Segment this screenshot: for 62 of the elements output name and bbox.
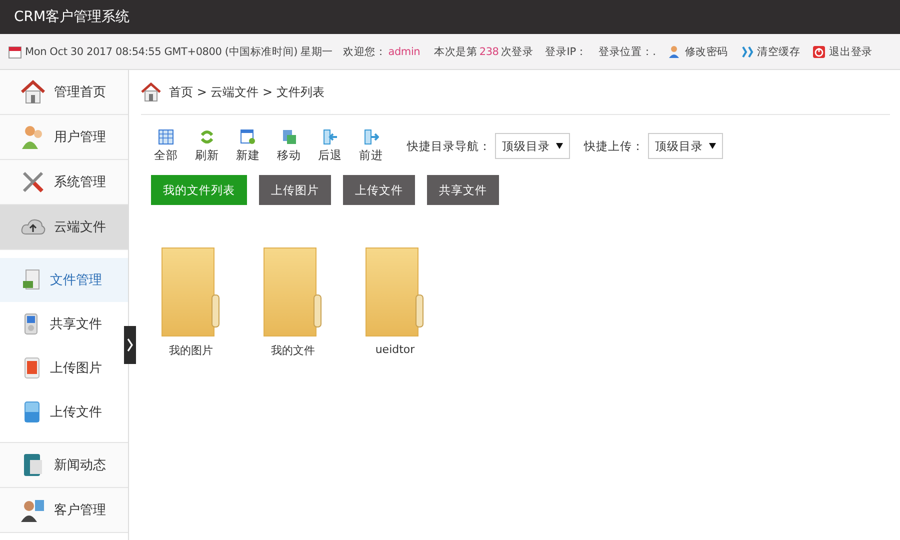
sidebar-subitem[interactable]: 共享文件 bbox=[0, 302, 128, 346]
user-icon[interactable] bbox=[668, 44, 682, 58]
collapse-handle[interactable] bbox=[124, 326, 136, 364]
folder-icon[interactable] bbox=[263, 247, 323, 337]
house-icon bbox=[141, 82, 161, 102]
welcome-label: 欢迎您： bbox=[343, 44, 386, 58]
window-icon bbox=[240, 129, 256, 145]
quick-nav-dropdown[interactable]: 顶级目录 bbox=[495, 133, 570, 159]
power-icon[interactable] bbox=[812, 44, 826, 58]
toolbar-button[interactable]: 刷新 bbox=[188, 129, 226, 163]
sidebar-item[interactable]: 新闻动态 bbox=[0, 443, 128, 488]
tab-button[interactable]: 上传图片 bbox=[259, 175, 331, 205]
toolbar-button[interactable]: 前进 bbox=[352, 129, 390, 163]
toolbar-button[interactable]: 移动 bbox=[270, 129, 308, 163]
picture-icon bbox=[22, 357, 42, 379]
quick-upload-dropdown[interactable]: 顶级目录 bbox=[648, 133, 723, 159]
folder-icon[interactable] bbox=[365, 247, 425, 337]
toolbar-button[interactable]: 新建 bbox=[229, 129, 267, 163]
date-time: Mon Oct 30 2017 08:54:55 GMT+0800 (中国标准时间) 星期一 bbox=[25, 44, 334, 58]
folder-name[interactable]: 我的文件 bbox=[271, 343, 315, 358]
login-count-prefix: 本次是第 bbox=[434, 44, 478, 58]
refresh-icon bbox=[199, 129, 215, 145]
file-icon bbox=[22, 401, 42, 423]
sidebar-subitem[interactable]: 上传图片 bbox=[0, 346, 128, 390]
forward-icon bbox=[363, 129, 379, 145]
window-title: CRM客户管理系统 bbox=[14, 8, 130, 26]
action-link[interactable]: 清空缓存 bbox=[756, 44, 800, 58]
sidebar-item[interactable]: 管理首页 bbox=[0, 70, 128, 115]
calendar-icon bbox=[8, 44, 22, 58]
sidebar-item[interactable]: 用户管理 bbox=[0, 115, 128, 160]
quick-upload-label: 快捷上传： bbox=[584, 138, 644, 154]
transfer-icon bbox=[281, 129, 297, 145]
caret-icon bbox=[709, 143, 716, 149]
document-icon bbox=[22, 269, 42, 291]
tab-button[interactable]: 共享文件 bbox=[427, 175, 499, 205]
tools-icon bbox=[20, 169, 46, 195]
login-count: 238 bbox=[479, 46, 499, 58]
tab-button[interactable]: 上传文件 bbox=[343, 175, 415, 205]
contact-card-icon bbox=[20, 497, 46, 523]
toolbar-button[interactable]: 后退 bbox=[311, 129, 349, 163]
folder-icon[interactable] bbox=[161, 247, 221, 337]
login-count-suffix: 次登录 bbox=[500, 44, 534, 58]
action-link[interactable]: 修改密码 bbox=[684, 44, 728, 58]
sidebar-item[interactable]: 系统管理 bbox=[0, 160, 128, 205]
house-icon bbox=[20, 79, 46, 105]
sidebar-item[interactable]: 云端文件 bbox=[0, 205, 128, 250]
action-link[interactable]: 退出登录 bbox=[829, 44, 872, 58]
folder-name[interactable]: 我的图片 bbox=[169, 343, 213, 358]
tab-button[interactable]: 我的文件列表 bbox=[151, 175, 247, 205]
sidebar-subitem[interactable]: 上传文件 bbox=[0, 390, 128, 434]
login-ip: 登录IP： bbox=[545, 44, 587, 58]
breadcrumb: 首页 > 云端文件 > 文件列表 bbox=[169, 84, 324, 100]
grid-icon bbox=[158, 129, 174, 145]
toolbar-button[interactable]: 全部 bbox=[147, 129, 185, 163]
quick-nav-label: 快捷目录导航： bbox=[407, 138, 491, 154]
username: admin bbox=[388, 46, 420, 58]
sidebar-subitem[interactable]: 文件管理 bbox=[0, 258, 128, 302]
caret-icon bbox=[556, 143, 563, 149]
sidebar-item[interactable]: 客户管理 bbox=[0, 488, 128, 533]
back-icon bbox=[322, 129, 338, 145]
login-location: 登录位置：. bbox=[598, 44, 656, 58]
folder-name[interactable]: ueidtor bbox=[375, 343, 415, 356]
